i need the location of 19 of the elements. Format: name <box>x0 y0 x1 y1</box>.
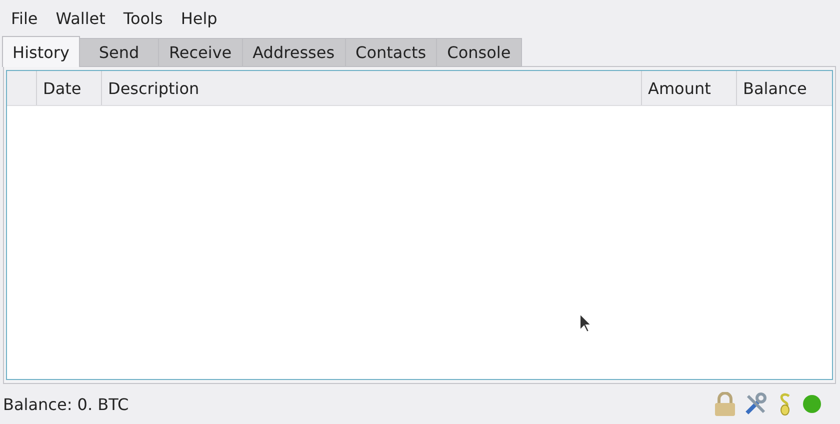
menu-item[interactable]: Help <box>172 8 226 28</box>
cursor-icon <box>579 313 592 333</box>
menu-item[interactable]: Tools <box>114 8 172 28</box>
tab[interactable]: Addresses <box>242 38 346 67</box>
menu-item[interactable]: Wallet <box>46 8 114 28</box>
tab[interactable]: Receive <box>158 38 243 67</box>
menu-item[interactable]: File <box>2 8 47 28</box>
connection-status-icon[interactable] <box>802 394 822 414</box>
tools-icon[interactable] <box>744 392 768 416</box>
balance-label: Balance: 0. BTC <box>3 394 129 414</box>
column-header[interactable]: Description <box>102 71 642 105</box>
column-header[interactable]: Amount <box>642 71 737 105</box>
tab[interactable]: Send <box>79 38 159 67</box>
tab[interactable]: Contacts <box>344 38 438 67</box>
lock-icon[interactable] <box>714 392 736 416</box>
column-header[interactable]: Balance <box>737 71 832 105</box>
tab[interactable]: History <box>2 36 80 67</box>
column-header[interactable]: Date <box>37 71 102 105</box>
tab[interactable]: Console <box>436 38 522 67</box>
